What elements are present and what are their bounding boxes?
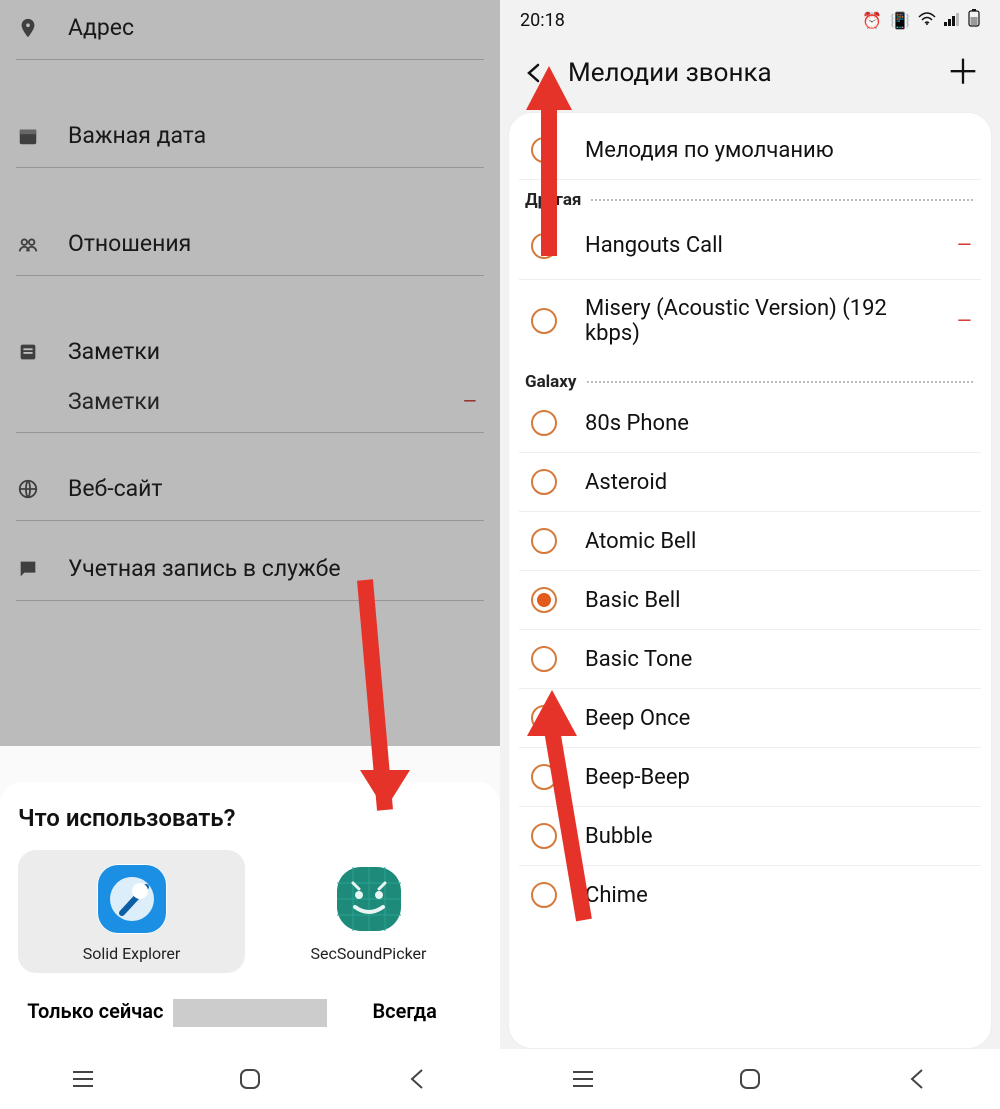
radio-icon[interactable] [531,646,557,672]
annotation-arrow [512,690,612,950]
field-label: Важная дата [68,122,206,149]
back-button[interactable] [387,1059,447,1099]
section-galaxy: Galaxy [519,362,981,394]
remove-icon[interactable]: − [956,304,973,339]
chat-icon [16,557,40,581]
home-button[interactable] [220,1059,280,1099]
page-title: Мелодии звонка [568,58,926,88]
ringtone-item[interactable]: Basic Tone [519,630,981,689]
field-label: Заметки [68,338,160,365]
radio-icon[interactable] [531,410,557,436]
alarm-icon: ⏰ [862,11,882,30]
subfield-label: Заметки [68,388,160,415]
ringtone-label: 80s Phone [585,411,973,436]
radio-icon[interactable] [531,528,557,554]
home-button[interactable] [720,1059,780,1099]
field-date[interactable]: Важная дата [16,104,484,168]
field-notes-sub[interactable]: Заметки − [16,371,484,433]
calendar-icon [16,124,40,148]
field-relations[interactable]: Отношения [16,212,484,276]
chooser-app-solid-explorer[interactable]: Solid Explorer [18,850,245,973]
right-screenshot: 20:18 ⏰ 📳 Мелодии звонка ＋ [500,0,1000,1109]
ringtone-label: Misery (Acoustic Version) (192 kbps) [585,296,928,346]
status-time: 20:18 [520,10,565,31]
app-label: Solid Explorer [26,944,237,963]
ringtone-label: Atomic Bell [585,529,973,554]
app-label: SecSoundPicker [263,944,474,963]
remove-icon[interactable]: − [956,228,973,263]
radio-icon[interactable] [531,308,557,334]
app-chooser-sheet: Что использовать? Solid Explorer SecSoun… [0,782,500,1049]
ringtone-item[interactable]: Misery (Acoustic Version) (192 kbps)− [519,280,981,362]
solid-explorer-icon [97,864,167,934]
ringtone-item[interactable]: Hangouts Call − [519,212,981,280]
ringtone-label: Мелодия по умолчанию [585,138,973,163]
chooser-just-once-button[interactable]: Только сейчас [18,985,173,1041]
notes-icon [16,340,40,364]
field-label: Веб-сайт [68,475,163,502]
field-address[interactable]: Адрес [16,0,484,60]
ringtone-label: Basic Tone [585,647,973,672]
recents-button[interactable] [553,1059,613,1099]
ringtone-item[interactable]: Basic Bell [519,571,981,630]
ringtone-label: Hangouts Call [585,233,928,258]
section-divider [591,199,973,201]
ringtone-item[interactable]: 80s Phone [519,394,981,453]
left-screenshot: Адрес Важная дата Отношения [0,0,500,1109]
radio-icon[interactable] [531,469,557,495]
back-button[interactable] [887,1059,947,1099]
field-label: Учетная запись в службе [68,555,341,582]
ringtone-label: Basic Bell [585,588,973,613]
annotation-arrow [514,66,584,266]
secsoundpicker-icon [334,864,404,934]
section-divider [587,381,974,383]
field-label: Отношения [68,230,191,257]
location-icon [16,16,40,40]
signal-icon [944,11,960,30]
android-navbar [0,1049,500,1109]
ringtone-label: Asteroid [585,470,973,495]
vibrate-icon: 📳 [890,11,910,30]
ringtone-item[interactable]: Asteroid [519,453,981,512]
ringtone-item[interactable]: Atomic Bell [519,512,981,571]
field-label: Адрес [68,14,134,41]
section-other: Другая [519,180,981,212]
android-navbar [500,1049,1000,1109]
ringtone-label: Beep Once [585,706,973,731]
status-icons: ⏰ 📳 [862,9,980,31]
recents-button[interactable] [53,1059,113,1099]
ringtone-label: Beep-Beep [585,765,973,790]
remove-icon[interactable]: − [462,385,484,418]
radio-icon[interactable] [531,587,557,613]
battery-icon [968,9,980,31]
separator [173,999,328,1027]
ringtone-default[interactable]: Мелодия по умолчанию [519,121,981,180]
section-label: Galaxy [525,372,577,392]
chooser-app-secsoundpicker[interactable]: SecSoundPicker [255,850,482,973]
ringtone-label: Bubble [585,824,973,849]
add-button[interactable]: ＋ [946,56,980,90]
field-notes-header: Заметки [16,320,484,371]
chooser-always-button[interactable]: Всегда [327,985,482,1041]
annotation-arrow [330,570,420,850]
ringtone-label: Chime [585,883,973,908]
status-bar: 20:18 ⏰ 📳 [500,0,1000,40]
field-website[interactable]: Веб-сайт [16,457,484,521]
wifi-icon [918,11,936,30]
globe-icon [16,477,40,501]
people-icon [16,232,40,256]
